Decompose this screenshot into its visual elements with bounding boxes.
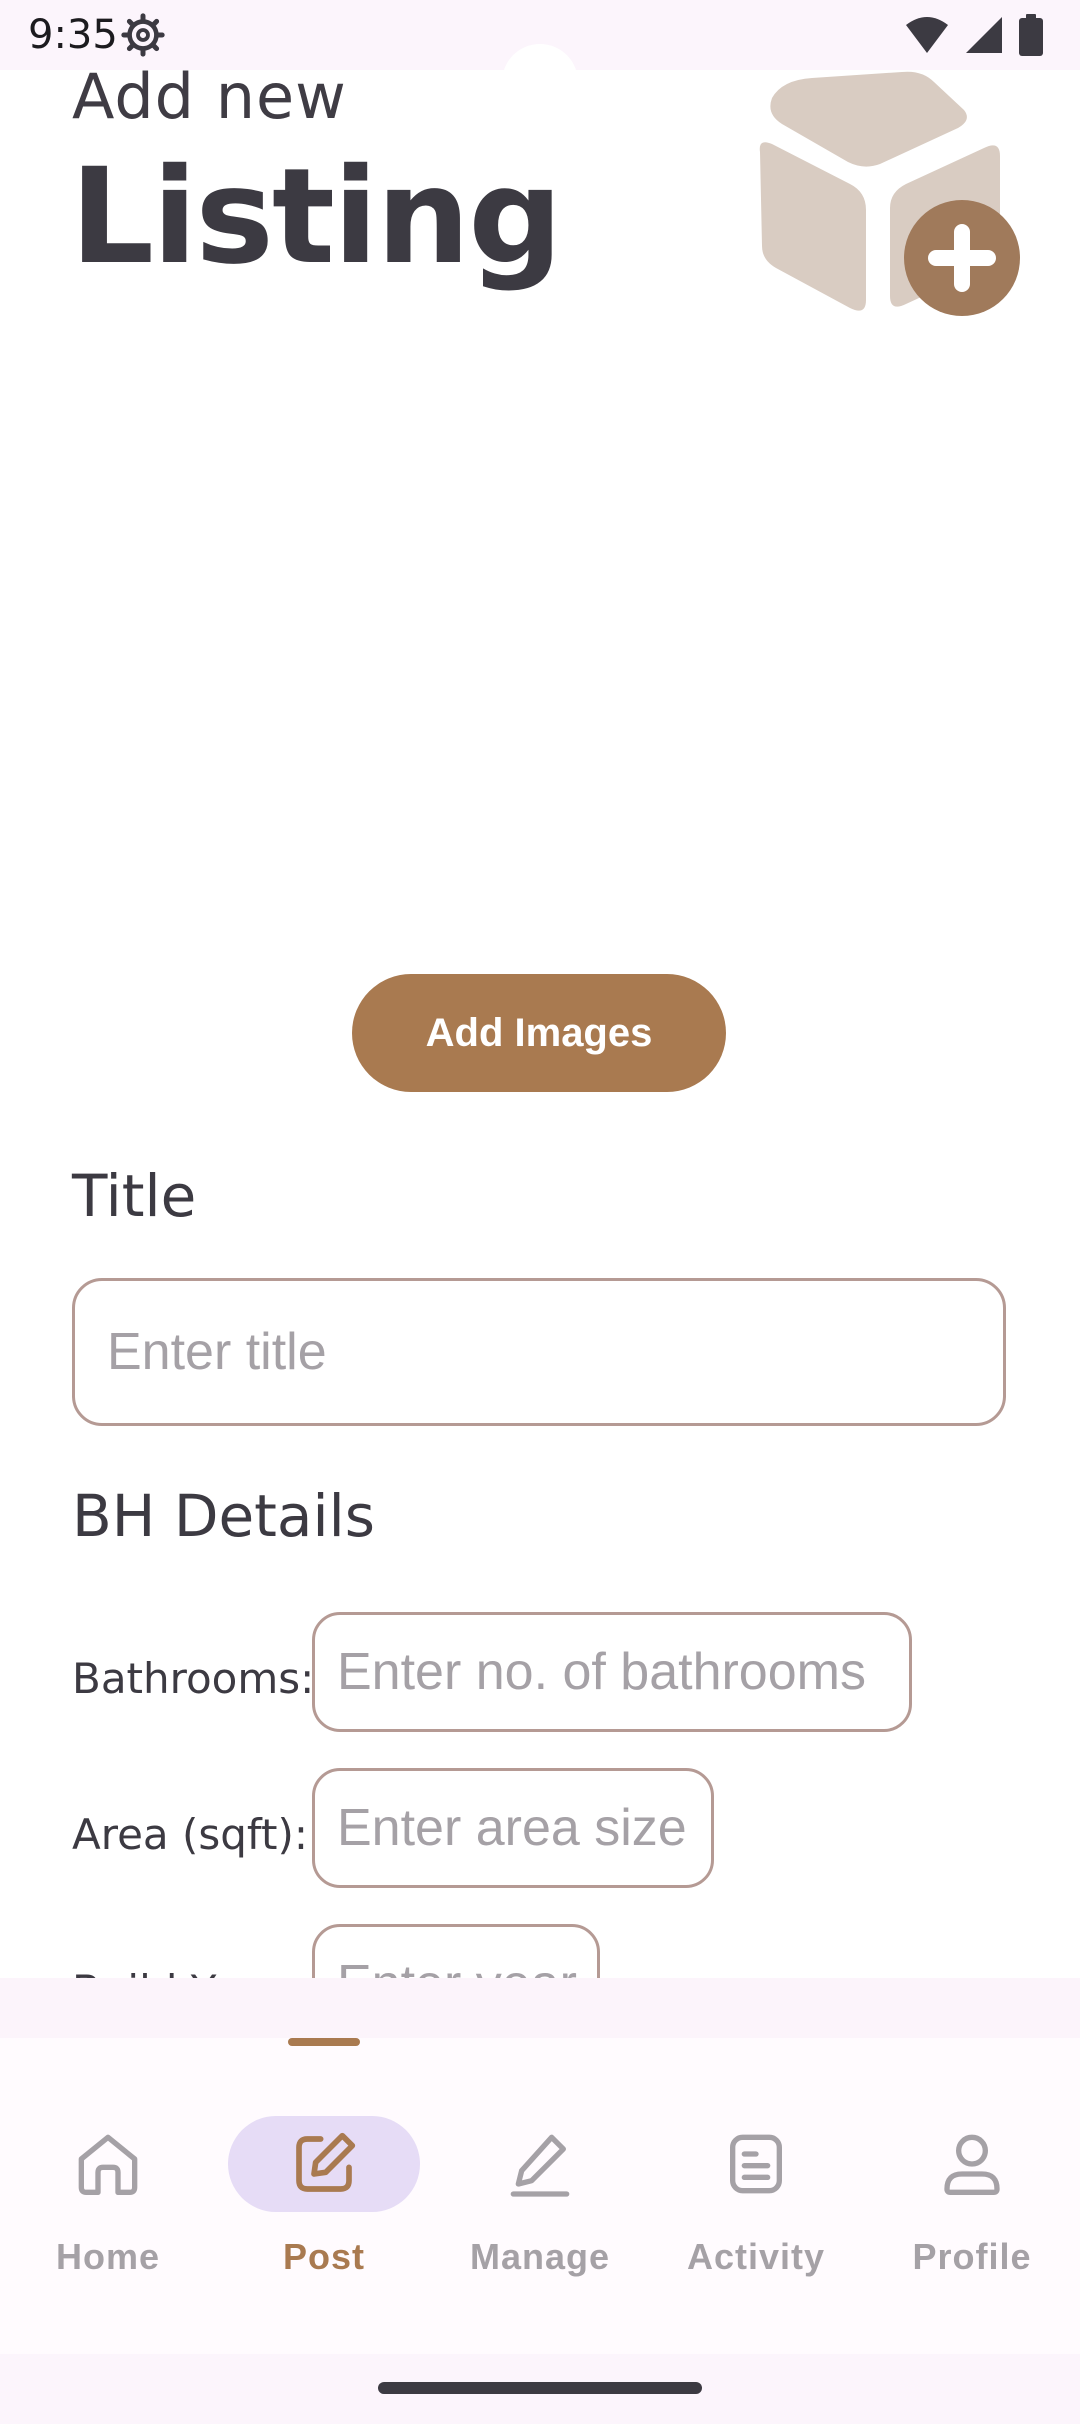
- signal-icon: [966, 17, 1002, 53]
- home-icon: [78, 2134, 138, 2195]
- details-section-label: BH Details: [72, 1482, 375, 1550]
- person-icon: [944, 2134, 1000, 2195]
- wifi-icon: [906, 17, 948, 53]
- nav-item-profile[interactable]: Profile: [864, 2078, 1080, 2278]
- bathrooms-label: Bathrooms:: [72, 1654, 315, 1703]
- add-listing-screen: 9:35 Add new Listing Add Images Title En…: [0, 0, 1080, 2424]
- home-gesture-handle[interactable]: [378, 2382, 702, 2394]
- content-scroll-edge: [0, 1978, 1080, 2038]
- area-label: Area (sqft):: [72, 1810, 308, 1859]
- settings-icon: [121, 13, 165, 57]
- nav-item-post[interactable]: Post: [216, 2078, 432, 2278]
- nav-label-home: Home: [55, 2236, 161, 2277]
- document-list-icon: [730, 2134, 782, 2194]
- title-section-label: Title: [72, 1162, 197, 1230]
- add-images-button[interactable]: Add Images: [352, 974, 726, 1092]
- battery-icon: [1019, 14, 1043, 56]
- title-input[interactable]: Enter title: [72, 1278, 1006, 1426]
- page-subtitle: Add new: [72, 60, 347, 133]
- status-icons: [904, 14, 1044, 56]
- nav-label-activity: Activity: [686, 2236, 826, 2277]
- nav-item-activity[interactable]: Activity: [648, 2078, 864, 2278]
- nav-label-post: Post: [282, 2236, 365, 2277]
- area-input[interactable]: Enter area size: [312, 1768, 714, 1888]
- bathrooms-input[interactable]: Enter no. of bathrooms: [312, 1612, 912, 1732]
- pencil-icon: [510, 2134, 570, 2197]
- nav-label-manage: Manage: [469, 2236, 611, 2277]
- edit-square-icon: [296, 2132, 356, 2192]
- bottom-navigation: Home Post Manage Activity Profile: [0, 2038, 1080, 2354]
- box-add-icon: [759, 71, 1020, 316]
- active-tab-indicator: [288, 2038, 360, 2046]
- nav-item-manage[interactable]: Manage: [432, 2078, 648, 2278]
- nav-label-profile: Profile: [912, 2236, 1032, 2277]
- status-time: 9:35: [28, 12, 118, 58]
- nav-item-home[interactable]: Home: [0, 2078, 216, 2278]
- gesture-navigation-area: [0, 2354, 1080, 2424]
- page-title: Listing: [70, 140, 563, 294]
